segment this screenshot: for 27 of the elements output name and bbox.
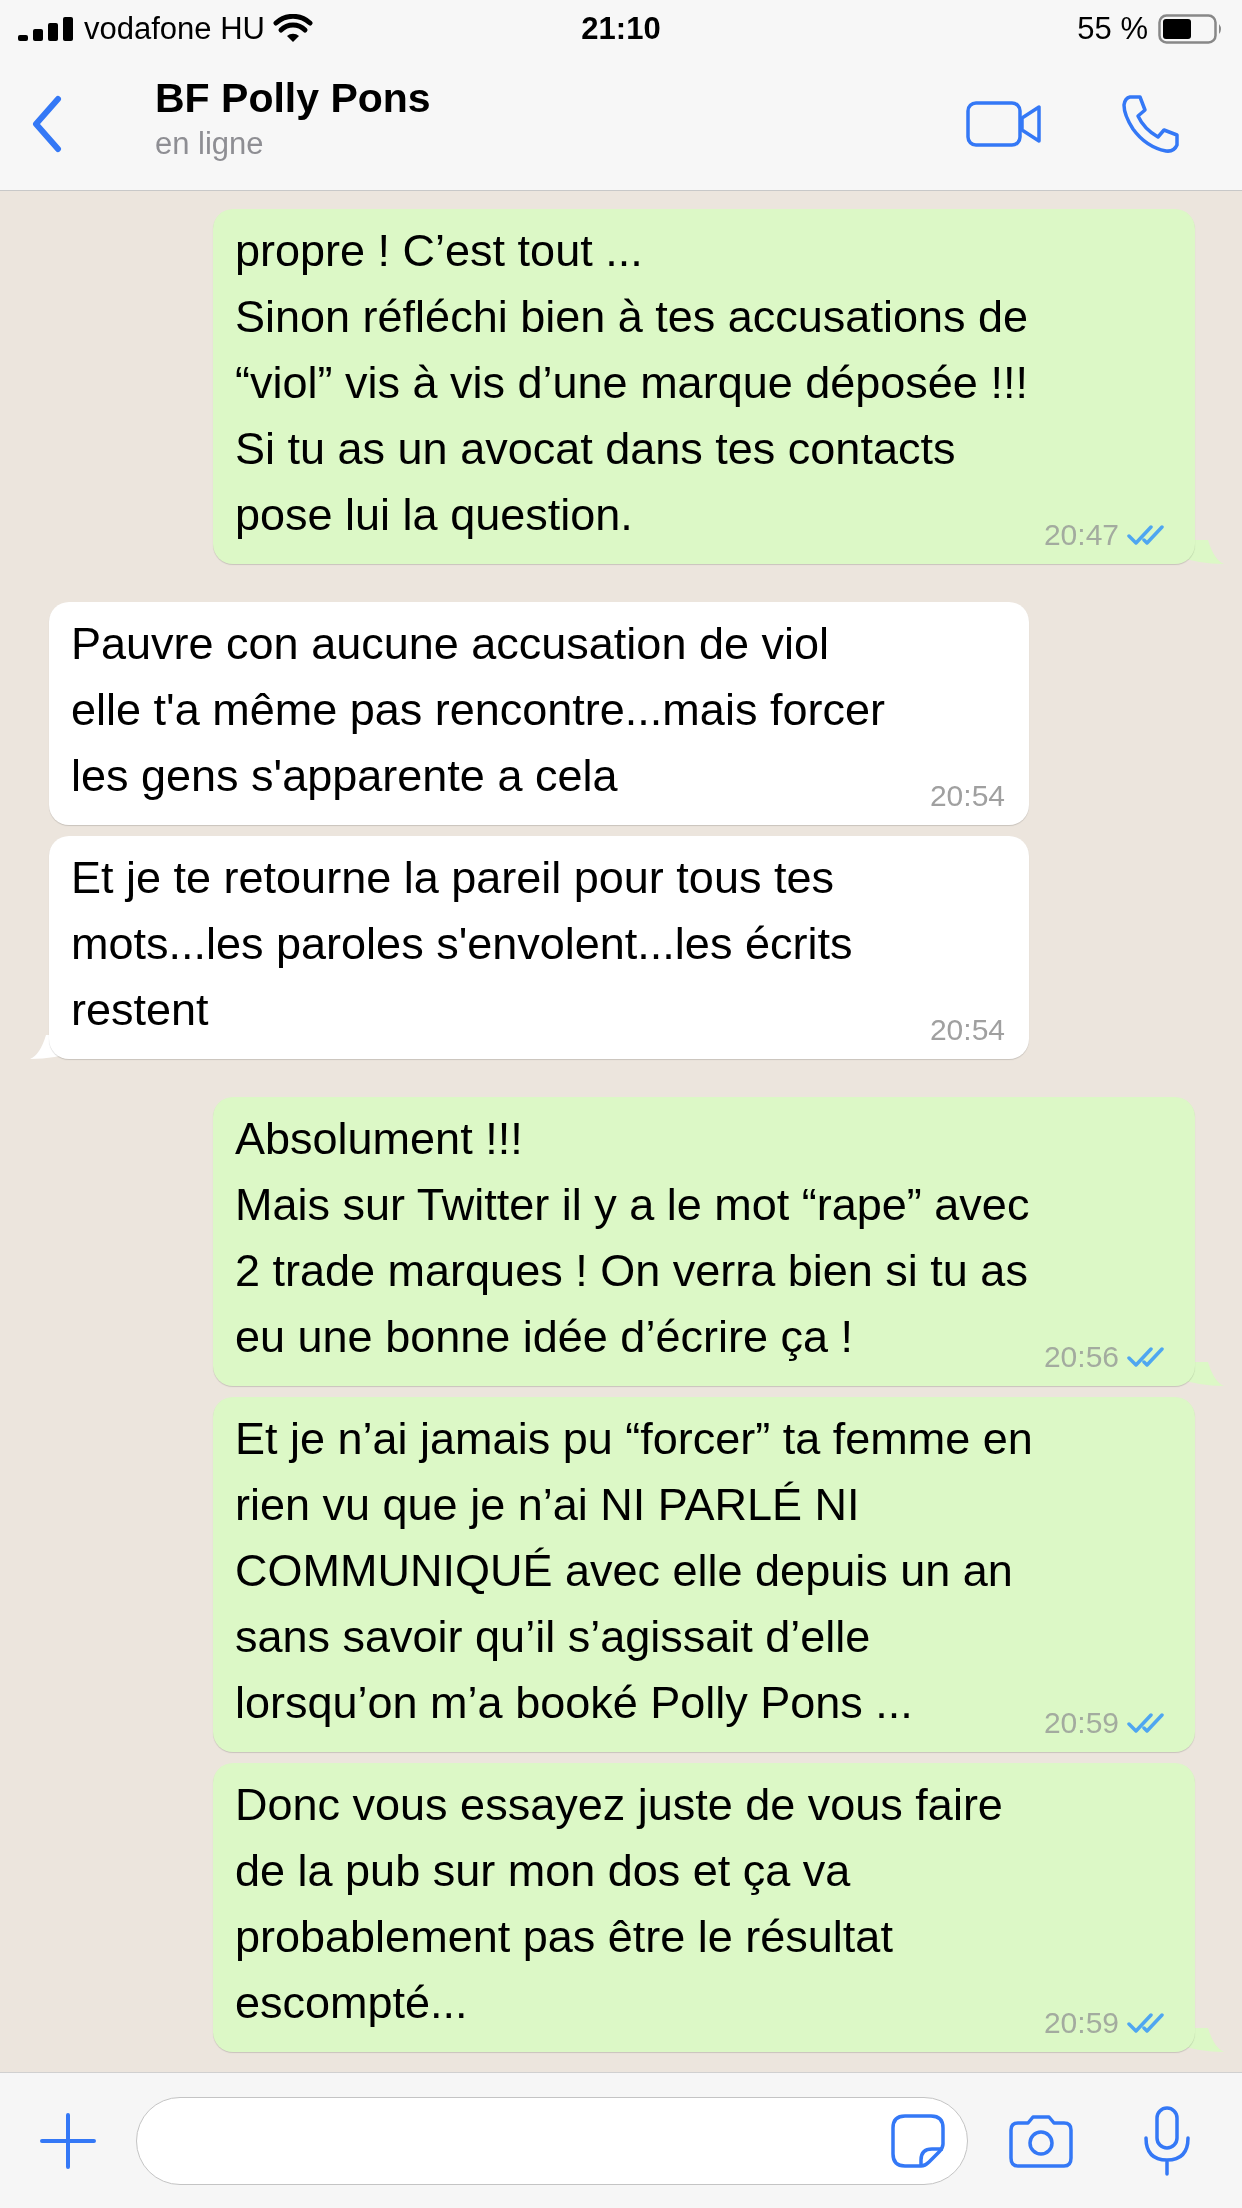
message-time: 20:59 bbox=[1043, 2006, 1119, 2040]
carrier-name: vodafone HU bbox=[84, 11, 265, 47]
contact-name[interactable]: BF Polly Pons bbox=[155, 74, 966, 122]
message-time: 20:54 bbox=[929, 779, 1005, 813]
camera-icon[interactable] bbox=[1008, 2112, 1074, 2169]
clock-time: 21:10 bbox=[581, 11, 661, 46]
contact-status: en ligne bbox=[155, 125, 265, 162]
message-time: 20:47 bbox=[1043, 518, 1119, 552]
message-time: 20:54 bbox=[929, 1013, 1005, 1047]
battery-icon bbox=[1158, 14, 1224, 44]
message-text: propre ! C’est tout ... Sinon réfléchi bien à tes accusations de “viol” vis à vis d’une marque déposée !!! Si tu as un avocat dans tes contacts pose lui la question. bbox=[235, 224, 1028, 542]
message-text: Et je n’ai jamais pu “forcer” ta femme en rien vu que je n’ai NI PARLÉ NI COMMUNIQUÉ avec elle depuis un an sans savoir qu’il s’agissait d’elle lorsqu’on m’a booké Polly Pons ... bbox=[235, 1412, 1033, 1730]
message-text: Pauvre con aucune accusation de viol elle t'a même pas rencontre...mais forcer les gens s'apparente a cela bbox=[71, 617, 885, 803]
message-text: Donc vous essayez juste de vous faire de la pub sur mon dos et ça va probablement pas être le résultat escompté... bbox=[235, 1778, 1003, 2030]
message-time: 20:59 bbox=[1043, 1706, 1119, 1740]
sticker-icon[interactable] bbox=[891, 2113, 945, 2168]
signal-icon bbox=[18, 17, 76, 41]
back-icon[interactable] bbox=[30, 95, 64, 153]
message-text: Et je te retourne la pareil pour tous tes mots...les paroles s'envolent...les écrits restent bbox=[71, 851, 853, 1037]
message-time: 20:56 bbox=[1043, 1340, 1119, 1374]
phone-icon[interactable] bbox=[1120, 93, 1182, 155]
video-camera-icon[interactable] bbox=[966, 100, 1042, 148]
add-icon[interactable] bbox=[40, 2112, 96, 2169]
microphone-icon[interactable] bbox=[1142, 2105, 1192, 2176]
message-text: Absolument !!! Mais sur Twitter il y a le mot “rape” avec 2 trade marques ! On verra bien si tu as eu une bonne idée d’écrire ça ! bbox=[235, 1112, 1030, 1364]
wifi-icon bbox=[272, 14, 313, 44]
battery-percent: 55 % bbox=[1077, 11, 1148, 47]
